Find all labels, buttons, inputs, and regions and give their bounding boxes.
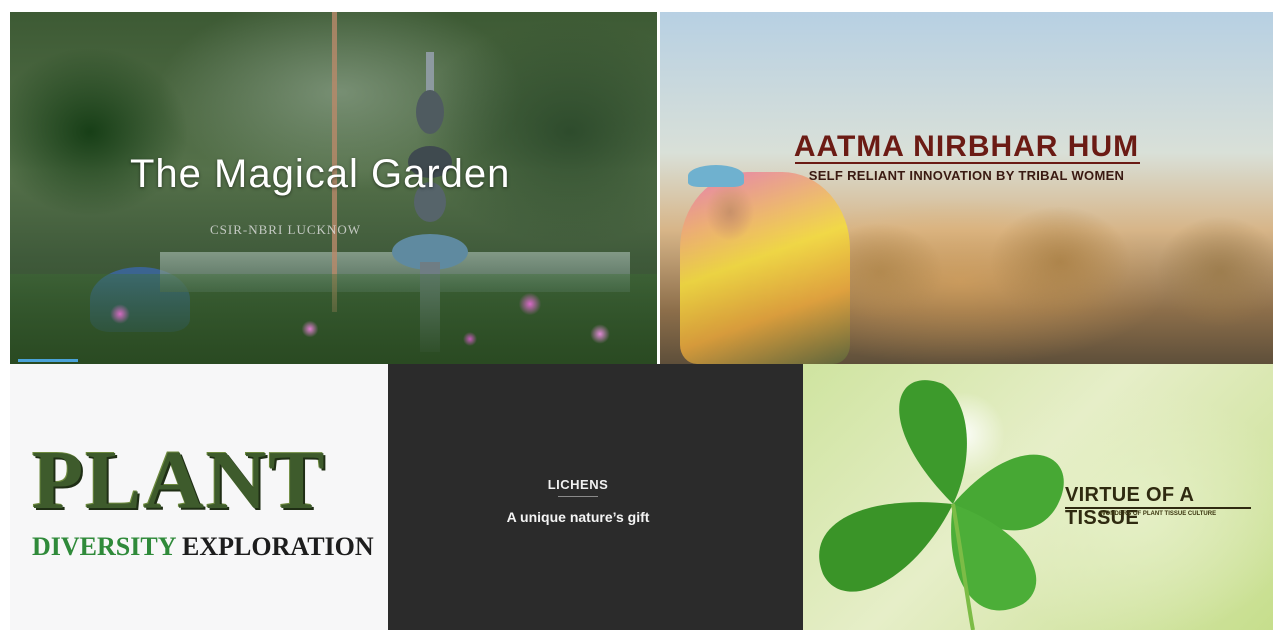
clover-leaf-image bbox=[819, 380, 1064, 630]
tile-subtitle: CSIR-NBRI LUCKNOW bbox=[210, 222, 361, 237]
tile-virtue-of-a-tissue[interactable]: VIRTUE OF A TISSUE WONDERS OF PLANT TISS… bbox=[803, 364, 1273, 630]
subtitle-diversity: DIVERSITY bbox=[32, 532, 176, 561]
tile-subtitle: SELF RELIANT INNOVATION BY TRIBAL WOMEN bbox=[808, 168, 1125, 183]
tile-subtitle: DIVERSITY EXPLORATION bbox=[32, 532, 374, 562]
tile-title: PLANT bbox=[32, 434, 327, 527]
video-progress-bar bbox=[18, 359, 78, 362]
tile-title: The Magical Garden bbox=[130, 152, 511, 196]
subtitle-exploration: EXPLORATION bbox=[182, 532, 374, 561]
flower-bed bbox=[10, 274, 657, 364]
tile-magical-garden[interactable]: The Magical Garden CSIR-NBRI LUCKNOW bbox=[10, 12, 657, 364]
title-divider bbox=[795, 162, 1140, 164]
tile-title: LICHENS bbox=[547, 477, 609, 492]
tile-subtitle: A unique nature’s gift bbox=[506, 509, 650, 525]
tile-plant-diversity[interactable]: PLANT DIVERSITY EXPLORATION bbox=[10, 364, 388, 630]
title-divider bbox=[558, 496, 598, 497]
tile-title: AATMA NIRBHAR HUM bbox=[793, 130, 1140, 163]
tile-subtitle: WONDERS OF PLANT TISSUE CULTURE bbox=[1099, 511, 1217, 517]
trees bbox=[800, 202, 1273, 362]
tile-aatma-nirbhar[interactable]: AATMA NIRBHAR HUM SELF RELIANT INNOVATIO… bbox=[660, 12, 1273, 364]
tribal-woman bbox=[680, 172, 850, 364]
title-divider bbox=[1065, 507, 1251, 509]
tile-lichens[interactable]: LICHENS A unique nature’s gift bbox=[388, 364, 803, 630]
